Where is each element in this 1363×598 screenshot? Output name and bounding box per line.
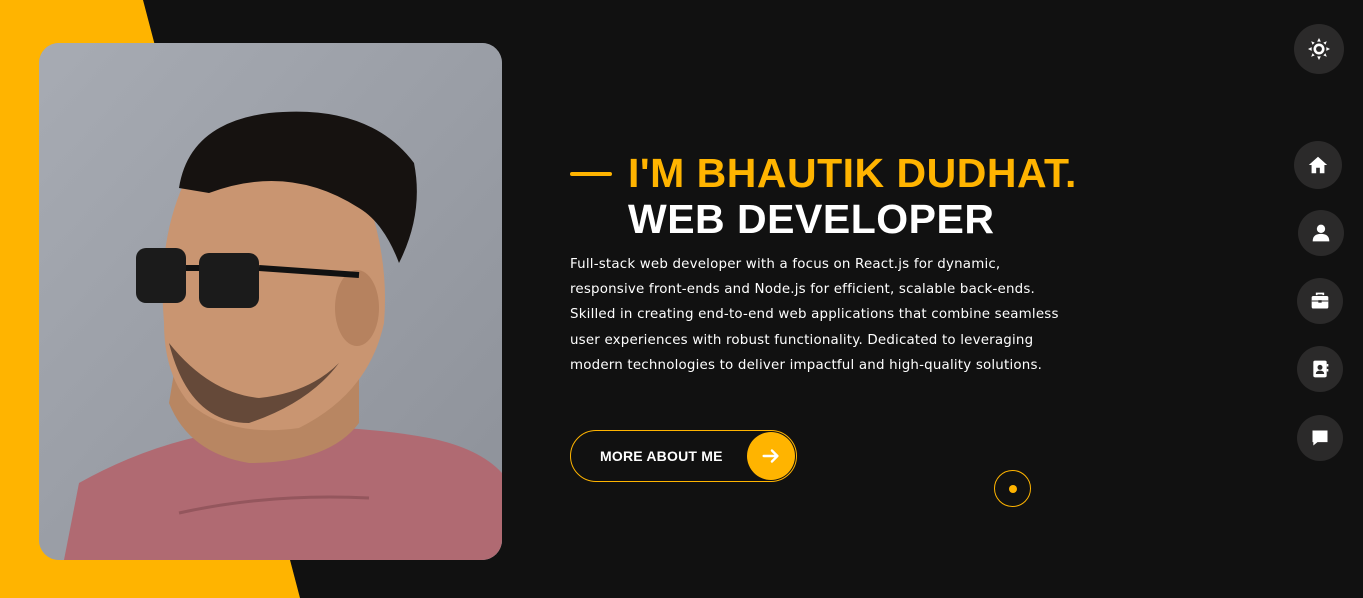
chat-icon <box>1312 430 1328 446</box>
contact-book-icon <box>1313 360 1329 378</box>
nav-portfolio-button[interactable] <box>1297 278 1343 324</box>
profile-photo <box>39 43 502 560</box>
more-about-me-button[interactable]: MORE ABOUT ME <box>570 430 797 482</box>
nav-contact-button[interactable] <box>1297 346 1343 392</box>
user-icon <box>1312 224 1330 242</box>
sun-icon <box>1308 38 1330 60</box>
role-heading: WEB DEVELOPER <box>628 196 995 242</box>
nav-blog-button[interactable] <box>1297 415 1343 461</box>
scroll-indicator-dot <box>1008 484 1017 493</box>
heading-dash <box>570 172 612 176</box>
hero-section: I'M BHAUTIK DUDHAT. WEB DEVELOPER Full-s… <box>570 150 1130 378</box>
scroll-indicator[interactable] <box>994 470 1031 507</box>
more-about-me-label: MORE ABOUT ME <box>600 448 723 464</box>
nav-about-button[interactable] <box>1298 210 1344 256</box>
theme-toggle-button[interactable] <box>1294 24 1344 74</box>
briefcase-icon <box>1311 292 1329 309</box>
home-icon <box>1308 156 1328 174</box>
nav-home-button[interactable] <box>1294 141 1342 189</box>
bio-paragraph: Full-stack web developer with a focus on… <box>570 257 1059 373</box>
name-heading-row: I'M BHAUTIK DUDHAT. <box>570 150 1130 196</box>
name-heading: I'M BHAUTIK DUDHAT. <box>628 149 1077 196</box>
arrow-right-icon <box>747 432 795 480</box>
